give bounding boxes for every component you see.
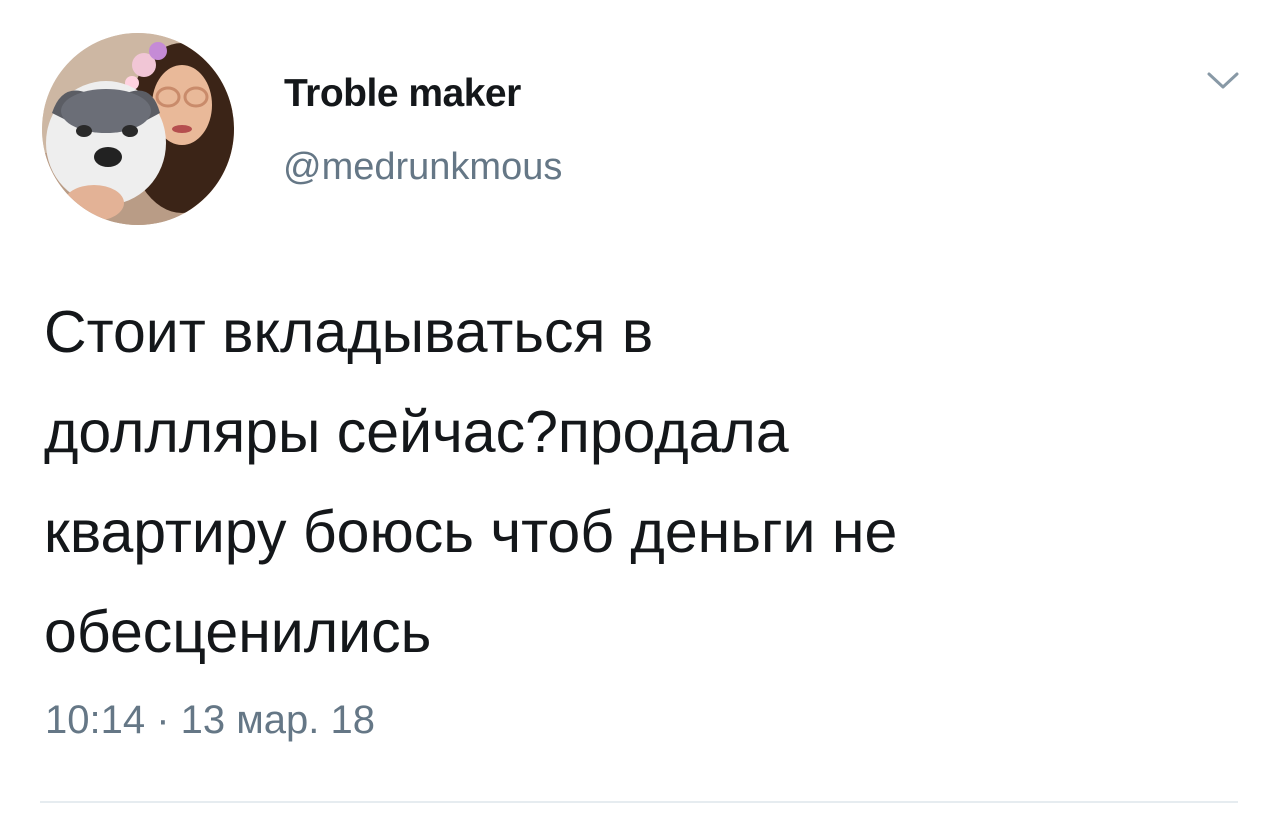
- avatar[interactable]: [42, 33, 234, 225]
- tweet-card: Troble maker @medrunkmous Стоит вкладыва…: [0, 0, 1280, 835]
- author-display-name[interactable]: Troble maker: [284, 72, 521, 116]
- tweet-text: Стоит вкладываться в доллляры сейчас?про…: [44, 299, 898, 665]
- tweet-timestamp[interactable]: 10:14 · 13 мар. 18: [45, 698, 375, 743]
- chevron-down-icon[interactable]: [1206, 70, 1240, 92]
- divider: [40, 801, 1238, 803]
- author-handle[interactable]: @medrunkmous: [283, 146, 562, 189]
- profile-photo-icon: [42, 33, 234, 225]
